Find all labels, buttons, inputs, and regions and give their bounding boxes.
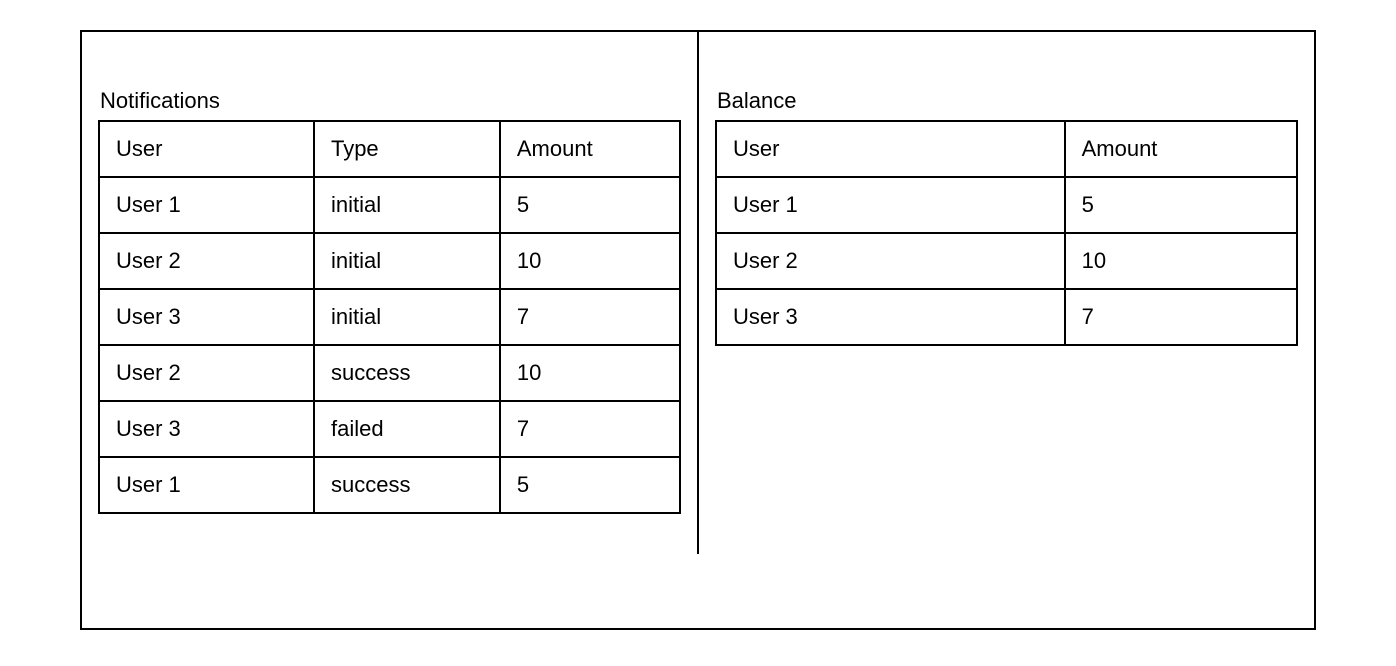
cell-amount: 5 <box>1065 177 1297 233</box>
notifications-title: Notifications <box>98 88 681 114</box>
cell-user: User 2 <box>99 345 314 401</box>
table-row: User 2 10 <box>716 233 1297 289</box>
cell-user: User 2 <box>99 233 314 289</box>
cell-user: User 1 <box>716 177 1065 233</box>
notifications-panel: Notifications User Type Amount User 1 in… <box>82 32 699 554</box>
cell-user: User 1 <box>99 177 314 233</box>
header-user: User <box>716 121 1065 177</box>
cell-user: User 3 <box>99 289 314 345</box>
table-row: User 3 7 <box>716 289 1297 345</box>
table-row: User 2 initial 10 <box>99 233 680 289</box>
cell-amount: 7 <box>500 401 680 457</box>
cell-amount: 7 <box>500 289 680 345</box>
cell-amount: 5 <box>500 177 680 233</box>
cell-type: initial <box>314 177 500 233</box>
balance-panel: Balance User Amount User 1 5 User 2 10 U… <box>699 32 1314 386</box>
header-user: User <box>99 121 314 177</box>
notifications-table: User Type Amount User 1 initial 5 User 2… <box>98 120 681 514</box>
cell-user: User 2 <box>716 233 1065 289</box>
table-row: User 1 initial 5 <box>99 177 680 233</box>
two-panel-container: Notifications User Type Amount User 1 in… <box>80 30 1316 630</box>
table-header-row: User Amount <box>716 121 1297 177</box>
balance-title: Balance <box>715 88 1298 114</box>
header-amount: Amount <box>1065 121 1297 177</box>
cell-amount: 7 <box>1065 289 1297 345</box>
cell-amount: 5 <box>500 457 680 513</box>
table-row: User 3 initial 7 <box>99 289 680 345</box>
cell-amount: 10 <box>500 345 680 401</box>
cell-type: initial <box>314 289 500 345</box>
cell-type: initial <box>314 233 500 289</box>
cell-amount: 10 <box>500 233 680 289</box>
table-header-row: User Type Amount <box>99 121 680 177</box>
header-amount: Amount <box>500 121 680 177</box>
cell-user: User 3 <box>99 401 314 457</box>
table-row: User 3 failed 7 <box>99 401 680 457</box>
balance-table: User Amount User 1 5 User 2 10 User 3 7 <box>715 120 1298 346</box>
cell-user: User 1 <box>99 457 314 513</box>
cell-type: success <box>314 457 500 513</box>
table-row: User 2 success 10 <box>99 345 680 401</box>
cell-type: success <box>314 345 500 401</box>
table-row: User 1 5 <box>716 177 1297 233</box>
cell-type: failed <box>314 401 500 457</box>
cell-amount: 10 <box>1065 233 1297 289</box>
table-row: User 1 success 5 <box>99 457 680 513</box>
header-type: Type <box>314 121 500 177</box>
cell-user: User 3 <box>716 289 1065 345</box>
